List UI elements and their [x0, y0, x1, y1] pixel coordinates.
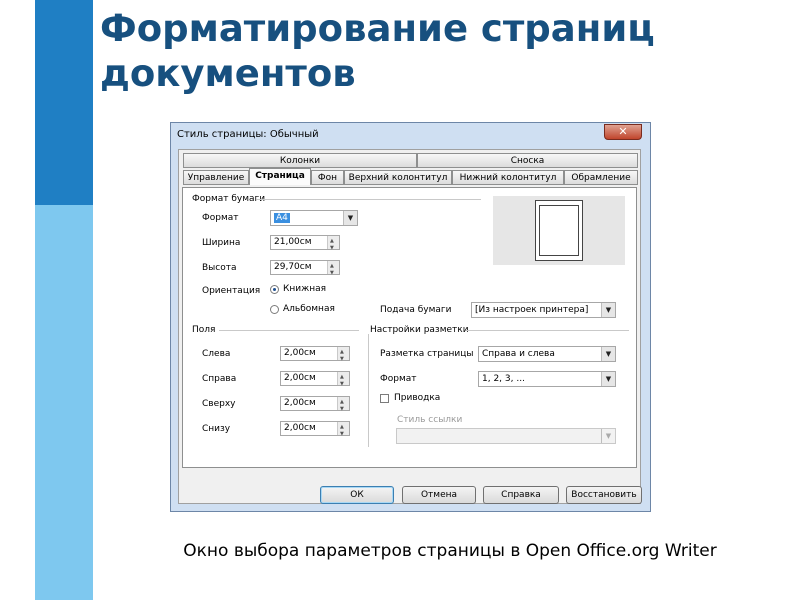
paper-format-select[interactable]: A4 ▼	[270, 210, 358, 226]
orientation-label: Ориентация	[202, 286, 261, 296]
radio-landscape[interactable]	[270, 305, 279, 314]
tab-background[interactable]: Фон	[311, 170, 344, 185]
reference-style-select[interactable]: ▼	[396, 428, 616, 444]
format-label: Формат	[202, 213, 239, 223]
margin-right-value: 2,00см	[284, 373, 316, 383]
margin-left-value: 2,00см	[284, 348, 316, 358]
tab-footer[interactable]: Нижний колонтитул	[452, 170, 564, 185]
chevron-down-icon[interactable]: ▼	[601, 347, 615, 361]
numbering-format-label: Формат	[380, 374, 417, 384]
page-layout-value: Справа и слева	[482, 349, 555, 359]
margin-bottom-label: Снизу	[202, 424, 231, 434]
tab-columns[interactable]: Колонки	[183, 153, 417, 168]
paper-tray-label: Подача бумаги	[380, 305, 452, 315]
ok-button[interactable]: ОК	[320, 486, 394, 504]
dialog-title: Стиль страницы: Обычный	[177, 129, 319, 140]
spin-icon[interactable]	[337, 346, 349, 366]
cancel-button[interactable]: Отмена	[402, 486, 476, 504]
divider	[466, 330, 629, 331]
margin-left-label: Слева	[202, 349, 231, 359]
page-layout-select[interactable]: Справа и слева ▼	[478, 346, 616, 362]
margin-top-value: 2,00см	[284, 398, 316, 408]
reference-style-label: Стиль ссылки	[397, 415, 463, 425]
chevron-down-icon[interactable]: ▼	[601, 303, 615, 317]
spin-icon[interactable]	[337, 396, 349, 416]
help-button[interactable]: Справка	[483, 486, 559, 504]
divider	[256, 199, 481, 200]
tab-header[interactable]: Верхний колонтитул	[344, 170, 452, 185]
margin-top-field[interactable]: 2,00см	[280, 396, 350, 416]
margin-bottom-field[interactable]: 2,00см	[280, 421, 350, 441]
paper-format-heading: Формат бумаги	[192, 194, 266, 204]
margin-bottom-value: 2,00см	[284, 423, 316, 433]
chevron-down-icon: ▼	[601, 429, 615, 443]
width-label: Ширина	[202, 238, 241, 248]
height-field[interactable]: 29,70см	[270, 260, 340, 280]
reset-button[interactable]: Восстановить	[566, 486, 642, 504]
margin-right-label: Справа	[202, 374, 237, 384]
divider	[219, 330, 359, 331]
tab-footnote[interactable]: Сноска	[417, 153, 638, 168]
slide-caption: Окно выбора параметров страницы в Open O…	[183, 541, 717, 561]
height-label: Высота	[202, 263, 237, 273]
slide-title: Форматирование страниц документов	[100, 7, 655, 95]
page-layout-label: Разметка страницы	[380, 349, 474, 359]
chevron-down-icon[interactable]: ▼	[601, 372, 615, 386]
paper-tray-select[interactable]: [Из настроек принтера] ▼	[471, 302, 616, 318]
numbering-format-value: 1, 2, 3, ...	[482, 374, 525, 384]
portrait-label[interactable]: Книжная	[283, 284, 326, 294]
spin-icon[interactable]	[327, 235, 339, 255]
tab-borders[interactable]: Обрамление	[564, 170, 638, 185]
dialog-body: Колонки Сноска Управление Страница Фон В…	[178, 149, 641, 504]
layout-settings-heading: Настройки разметки	[370, 325, 469, 335]
margin-left-field[interactable]: 2,00см	[280, 346, 350, 366]
width-value: 21,00см	[274, 237, 312, 247]
paper-tray-value: [Из настроек принтера]	[475, 305, 589, 315]
page-preview	[493, 196, 625, 265]
height-value: 29,70см	[274, 262, 312, 272]
spin-icon[interactable]	[337, 421, 349, 441]
margins-heading: Поля	[192, 325, 216, 335]
register-label[interactable]: Приводка	[394, 393, 440, 403]
register-checkbox[interactable]	[380, 394, 389, 403]
tab-page-content: Формат бумаги Формат A4 ▼ Ширина 21,00см…	[182, 187, 637, 468]
spin-icon[interactable]	[337, 371, 349, 391]
page-preview-sheet-icon	[535, 200, 583, 261]
vertical-divider	[368, 334, 369, 447]
tab-organizer[interactable]: Управление	[183, 170, 249, 185]
width-field[interactable]: 21,00см	[270, 235, 340, 255]
dialog-titlebar[interactable]: Стиль страницы: Обычный ✕	[171, 123, 650, 147]
close-icon[interactable]: ✕	[604, 124, 642, 140]
left-accent-bar-dark	[35, 0, 93, 205]
numbering-format-select[interactable]: 1, 2, 3, ... ▼	[478, 371, 616, 387]
landscape-label[interactable]: Альбомная	[283, 304, 335, 314]
paper-format-value: A4	[274, 213, 290, 223]
chevron-down-icon[interactable]: ▼	[343, 211, 357, 225]
margin-right-field[interactable]: 2,00см	[280, 371, 350, 391]
spin-icon[interactable]	[327, 260, 339, 280]
page-style-dialog: Стиль страницы: Обычный ✕ Колонки Сноска…	[170, 122, 651, 512]
tab-page[interactable]: Страница	[249, 168, 311, 185]
radio-portrait[interactable]	[270, 285, 279, 294]
margin-top-label: Сверху	[202, 399, 236, 409]
